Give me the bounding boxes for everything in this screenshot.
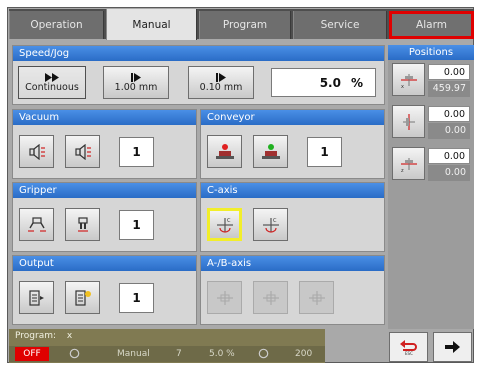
axis-x-icon: x bbox=[400, 73, 417, 89]
gripper-open-icon bbox=[27, 216, 46, 232]
arrow-right-icon bbox=[444, 341, 460, 353]
position-3-set: 0.00 bbox=[428, 148, 470, 164]
conveyor-number-field[interactable]: 1 bbox=[307, 137, 342, 167]
output-title: Output bbox=[13, 256, 196, 271]
mode-label: Manual bbox=[117, 349, 150, 359]
axis-z-icon: z bbox=[400, 157, 417, 173]
position-2-set: 0.00 bbox=[428, 106, 470, 122]
position-axis-z-button[interactable]: z bbox=[392, 147, 425, 180]
status-speed: 5.0 % bbox=[209, 349, 235, 359]
tab-alarm[interactable]: Alarm bbox=[389, 11, 474, 39]
continuous-label: Continuous bbox=[25, 81, 79, 93]
ab-axis-button-2[interactable] bbox=[253, 281, 288, 314]
ab-axis-panel: A-/B-axis bbox=[200, 255, 385, 325]
step-forward-icon bbox=[131, 72, 141, 82]
vacuum-title: Vacuum bbox=[13, 110, 196, 125]
vacuum-number-field[interactable]: 1 bbox=[119, 137, 154, 167]
status-details: OFF Manual 7 5.0 % 200 bbox=[9, 346, 325, 362]
step-1mm-button[interactable]: 1.00 mm bbox=[103, 66, 169, 99]
position-1-actual: 459.97 bbox=[428, 81, 470, 97]
step-forward-icon bbox=[216, 72, 226, 82]
tab-service[interactable]: Service bbox=[293, 11, 387, 39]
speed-jog-title: Speed/Jog bbox=[13, 46, 384, 61]
escape-button[interactable]: ESC bbox=[389, 332, 428, 362]
conveyor-run-button[interactable] bbox=[253, 135, 288, 168]
output-off-button[interactable] bbox=[19, 281, 54, 314]
svg-text:z: z bbox=[401, 168, 404, 173]
position-1-set: 0.00 bbox=[428, 64, 470, 80]
vacuum-off-icon bbox=[28, 143, 45, 160]
svg-text:C: C bbox=[273, 218, 277, 224]
position-3-actual: 0.00 bbox=[428, 165, 470, 181]
gripper-number-field[interactable]: 1 bbox=[119, 210, 154, 240]
axis-rotate-icon bbox=[262, 290, 279, 305]
program-label: Program: bbox=[15, 331, 57, 341]
vacuum-off-button[interactable] bbox=[19, 135, 54, 168]
positions-panel: Positions x 0.00 459.97 0.00 0.00 z 0.00… bbox=[388, 45, 474, 329]
next-button[interactable] bbox=[433, 332, 472, 362]
conveyor-panel: Conveyor 1 bbox=[200, 109, 385, 179]
position-2-actual: 0.00 bbox=[428, 123, 470, 139]
main-tab-bar: Operation Manual Program Service Alarm bbox=[9, 9, 474, 40]
conveyor-run-icon bbox=[261, 143, 280, 159]
output-on-button[interactable] bbox=[65, 281, 100, 314]
status-count: 200 bbox=[295, 349, 313, 359]
continuous-button[interactable]: Continuous bbox=[18, 66, 86, 99]
status-bar: Program: x OFF Manual 7 5.0 % 200 bbox=[9, 329, 325, 363]
step-01mm-label: 0.10 mm bbox=[199, 81, 243, 93]
output-on-icon bbox=[74, 289, 91, 306]
conveyor-stop-icon bbox=[215, 143, 234, 159]
gripper-open-button[interactable] bbox=[19, 208, 54, 241]
tab-manual[interactable]: Manual bbox=[106, 9, 197, 40]
speed-jog-panel: Speed/Jog Continuous 1.00 mm 0.10 mm 5.0… bbox=[12, 45, 385, 105]
conveyor-title: Conveyor bbox=[201, 110, 384, 125]
gripper-close-button[interactable] bbox=[65, 208, 100, 241]
ab-axis-button-3[interactable] bbox=[299, 281, 334, 314]
robot-pendant-screen: Operation Manual Program Service Alarm S… bbox=[7, 7, 474, 363]
program-name: x bbox=[66, 331, 73, 341]
step-01mm-button[interactable]: 0.10 mm bbox=[188, 66, 254, 99]
ab-axis-button-1[interactable] bbox=[207, 281, 242, 314]
program-line: Program: x bbox=[9, 329, 325, 343]
position-axis-y-button[interactable] bbox=[392, 105, 425, 138]
conveyor-stop-button[interactable] bbox=[207, 135, 242, 168]
positions-title: Positions bbox=[388, 45, 474, 60]
off-badge: OFF bbox=[15, 347, 49, 361]
svg-text:x: x bbox=[401, 84, 404, 89]
speed-unit: % bbox=[350, 75, 363, 90]
speed-value-field[interactable]: 5.0 % bbox=[271, 68, 376, 97]
c-axis-ccw-button[interactable]: C bbox=[207, 208, 242, 241]
c-axis-title: C-axis bbox=[201, 183, 384, 198]
step-1mm-label: 1.00 mm bbox=[114, 81, 158, 93]
rotate-cw-icon: C bbox=[262, 217, 279, 233]
escape-icon: ESC bbox=[399, 340, 417, 356]
ab-axis-title: A-/B-axis bbox=[201, 256, 384, 271]
rotate-ccw-icon: C bbox=[216, 217, 233, 233]
c-axis-panel: C-axis C C bbox=[200, 182, 385, 252]
mode-number: 7 bbox=[176, 349, 182, 359]
gripper-title: Gripper bbox=[13, 183, 196, 198]
speed-value: 5.0 bbox=[319, 75, 341, 90]
position-axis-x-button[interactable]: x bbox=[392, 63, 425, 96]
svg-text:ESC: ESC bbox=[405, 351, 413, 356]
c-axis-cw-button[interactable]: C bbox=[253, 208, 288, 241]
vacuum-panel: Vacuum 1 bbox=[12, 109, 197, 179]
output-off-icon bbox=[28, 289, 44, 306]
gripper-close-icon bbox=[77, 216, 88, 232]
speed-indicator-icon bbox=[258, 346, 269, 362]
axis-rotate-icon bbox=[308, 290, 325, 305]
tab-program[interactable]: Program bbox=[199, 11, 291, 39]
tab-operation[interactable]: Operation bbox=[9, 11, 104, 39]
output-panel: Output 1 bbox=[12, 255, 197, 325]
status-indicator-icon bbox=[69, 346, 80, 362]
axis-y-icon bbox=[402, 113, 415, 130]
output-number-field[interactable]: 1 bbox=[119, 283, 154, 313]
axis-rotate-icon bbox=[216, 290, 233, 305]
vacuum-on-button[interactable] bbox=[65, 135, 100, 168]
svg-text:C: C bbox=[227, 218, 231, 224]
gripper-panel: Gripper 1 bbox=[12, 182, 197, 252]
vacuum-on-icon bbox=[74, 143, 91, 160]
fast-forward-icon bbox=[45, 72, 59, 82]
